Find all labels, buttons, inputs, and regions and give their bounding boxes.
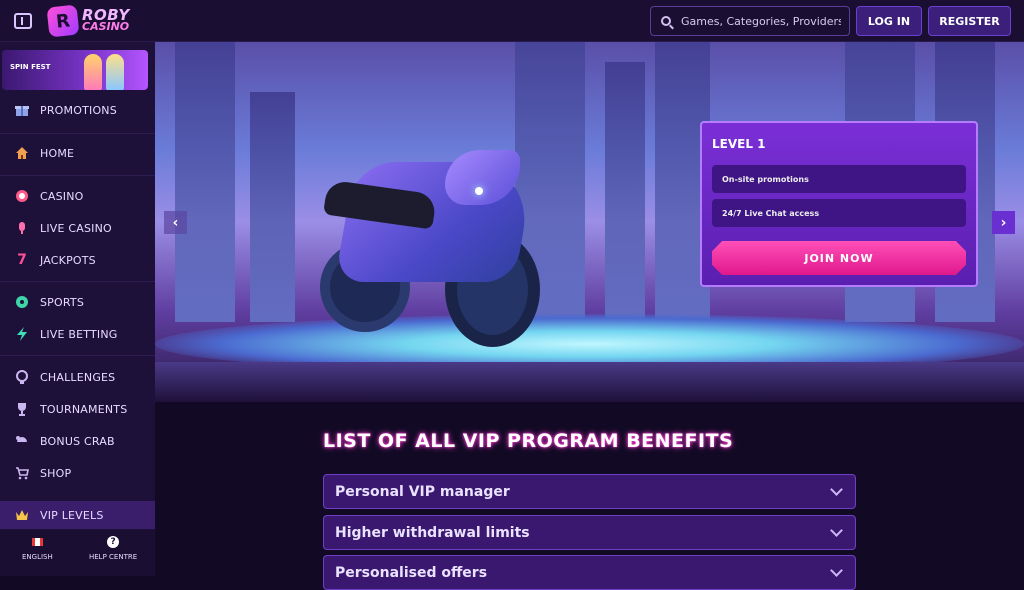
crown-icon [15,508,29,522]
level-benefit-row: On-site promotions [712,165,966,193]
ball-icon [15,295,29,309]
sidebar-item-home[interactable]: HOME [0,139,155,167]
carousel-next-button[interactable]: › [992,211,1015,234]
logo-text: ROBY CASINO [82,8,130,33]
menu-toggle-icon[interactable] [14,13,32,29]
help-label: HELP CENTRE [89,553,138,561]
help-centre-link[interactable]: ? HELP CENTRE [89,536,137,561]
accordion-label: Personalised offers [335,564,488,581]
sidebar-item-sports[interactable]: SPORTS [0,288,155,316]
seven-icon: 7 [17,252,27,268]
crab-icon [15,434,29,448]
city-building [175,42,235,322]
carousel-prev-button[interactable]: ‹ [164,211,187,234]
trophy-icon [15,402,29,416]
top-bar: R ROBY CASINO LOG IN REGISTER [0,0,1024,42]
language-selector[interactable]: ENGLISH [22,536,53,561]
sidebar-item-promotions[interactable]: PROMOTIONS [0,96,155,124]
sidebar-footer: ENGLISH ? HELP CENTRE [0,530,155,576]
sidebar-item-tournaments[interactable]: TOURNAMENTS [0,395,155,423]
accordion-label: Personal VIP manager [335,483,510,500]
accordion-item[interactable]: Higher withdrawal limits [323,515,856,550]
cart-icon [15,466,29,480]
sidebar-item-label: JACKPOTS [40,253,96,267]
spin-fest-label: SPIN FEST [10,63,51,71]
home-icon [15,146,29,160]
chevron-down-icon [830,483,843,496]
chevron-down-icon [830,524,843,537]
login-button[interactable]: LOG IN [856,6,922,36]
accordion-label: Higher withdrawal limits [335,524,530,541]
city-building [605,62,645,322]
help-icon: ? [107,536,120,548]
ground [155,362,1024,402]
sidebar-item-label: VIP LEVELS [40,508,104,522]
sidebar-item-label: SPORTS [40,295,85,309]
sidebar-item-label: BONUS CRAB [40,434,115,448]
sidebar-item-label: PROMOTIONS [40,103,117,117]
search-box[interactable] [650,6,850,36]
sidebar-item-live-casino[interactable]: LIVE CASINO [0,214,155,242]
vip-benefits-title: LIST OF ALL VIP PROGRAM BENEFITS [323,430,734,452]
vip-benefits-section: LIST OF ALL VIP PROGRAM BENEFITS Persona… [155,402,1024,590]
sidebar-item-bonus-crab[interactable]: BONUS CRAB [0,427,155,455]
sidebar: SPIN FEST PROMOTIONS HOME CASINO LIVE CA… [0,42,155,576]
sidebar-item-label: HOME [40,146,75,160]
canada-flag-icon [31,538,43,546]
level-title: LEVEL 1 [712,137,766,151]
logo-line2: CASINO [82,20,130,33]
casino-chip-icon [15,189,29,203]
sidebar-item-label: LIVE CASINO [40,221,112,235]
sidebar-item-shop[interactable]: SHOP [0,459,155,487]
search-icon [661,16,671,26]
live-casino-icon [15,221,29,235]
level-card: LEVEL 1 On-site promotions 24/7 Live Cha… [700,121,978,287]
sidebar-item-label: CASINO [40,189,84,203]
city-building [250,92,295,322]
logo-badge: R [46,4,80,38]
hero-banner: ‹ › LEVEL 1 On-site promotions 24/7 Live… [155,42,1024,402]
search-input[interactable] [681,14,841,28]
logo[interactable]: R ROBY CASINO [46,4,130,38]
sidebar-item-label: LIVE BETTING [40,327,118,341]
lightning-icon [15,327,29,341]
banner-character-1 [84,54,102,90]
sidebar-item-vip-levels[interactable]: VIP LEVELS [0,501,155,529]
sidebar-item-live-betting[interactable]: LIVE BETTING [0,320,155,348]
level-benefit-row: 24/7 Live Chat access [712,199,966,227]
sidebar-item-challenges[interactable]: CHALLENGES [0,363,155,391]
spin-fest-banner[interactable]: SPIN FEST [2,50,148,90]
sidebar-item-label: SHOP [40,466,72,480]
sidebar-item-jackpots[interactable]: 7 JACKPOTS [0,246,155,274]
medal-icon [15,370,29,384]
sidebar-item-label: CHALLENGES [40,370,116,384]
register-button[interactable]: REGISTER [928,6,1011,36]
gift-icon [15,103,29,117]
motorbike-light [475,187,483,195]
accordion-item[interactable]: Personal VIP manager [323,474,856,509]
language-label: ENGLISH [22,553,53,561]
accordion-item[interactable]: Personalised offers [323,555,856,590]
sidebar-item-casino[interactable]: CASINO [0,182,155,210]
banner-character-2 [106,54,124,90]
chevron-down-icon [830,564,843,577]
join-now-button[interactable]: JOIN NOW [712,241,966,275]
sidebar-item-label: TOURNAMENTS [40,402,128,416]
